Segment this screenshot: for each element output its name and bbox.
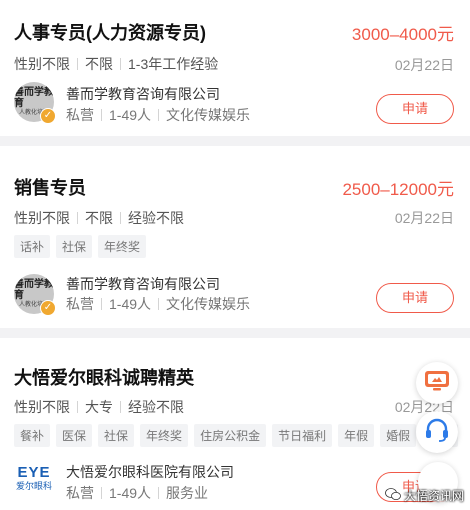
benefit-tags: 餐补 医保 社保 年终奖 住房公积金 节日福利 年假 婚假 其他 [14, 424, 470, 447]
job-title: 销售专员 [14, 178, 86, 198]
support-float-button[interactable] [416, 411, 458, 453]
benefit-tag: 社保 [98, 424, 135, 447]
apply-button[interactable]: 申请 [376, 94, 454, 124]
company-size: 1-49人 [109, 107, 152, 123]
company-meta: 私营 1-49人 文化传媒娱乐 [66, 294, 250, 314]
company-size: 1-49人 [109, 485, 152, 501]
job-salary: 2500–12000元 [342, 180, 454, 199]
company-meta: 私营 1-49人 文化传媒娱乐 [66, 105, 250, 125]
job-requirements: 性别不限 不限 1-3年工作经验 [14, 54, 218, 74]
watermark-text: 大悟资讯网 [403, 489, 464, 503]
benefit-tag: 医保 [56, 424, 93, 447]
benefit-tags: 话补 社保 年终奖 [14, 235, 147, 258]
company-industry: 文化传媒娱乐 [166, 296, 251, 312]
requirement-experience: 经验不限 [128, 210, 184, 226]
company-size: 1-49人 [109, 296, 152, 312]
benefit-tag: 节日福利 [272, 424, 333, 447]
company-name[interactable]: 大悟爱尔眼科医院有限公司 [66, 462, 234, 482]
company-name[interactable]: 善而学教育咨询有限公司 [66, 84, 220, 104]
benefit-tag: 年终奖 [98, 235, 147, 258]
headset-icon [424, 417, 450, 448]
logo-subtext: 爱尔眼科 [15, 481, 52, 491]
company-type: 私营 [66, 296, 94, 312]
company-name[interactable]: 善而学教育咨询有限公司 [66, 274, 220, 294]
tv-icon [424, 370, 450, 397]
benefit-tag: 年终奖 [140, 424, 189, 447]
benefit-tag: 婚假 [380, 424, 417, 447]
job-card[interactable]: 人事专员(人力资源专员) 3000–4000元 性别不限 不限 1-3年工作经验… [0, 0, 470, 136]
wechat-icon [385, 487, 401, 504]
logo-text: 善而学教育 [14, 279, 54, 301]
requirement-experience: 1-3年工作经验 [128, 56, 219, 72]
benefit-tag: 社保 [56, 235, 93, 258]
requirement-gender: 性别不限 [14, 56, 70, 72]
benefit-tag: 年假 [338, 424, 375, 447]
post-date: 02月22日 [394, 57, 454, 73]
benefit-tag: 餐补 [14, 424, 51, 447]
benefit-tag: 住房公积金 [194, 424, 267, 447]
requirement-gender: 性别不限 [14, 399, 70, 415]
logo-text: EYE [17, 464, 51, 481]
verified-icon: ✓ [40, 108, 56, 124]
requirement-education: 不限 [85, 210, 113, 226]
post-date: 02月22日 [394, 210, 454, 226]
company-meta: 私营 1-49人 服务业 [66, 483, 208, 503]
company-logo: EYE 爱尔眼科 [14, 458, 54, 498]
job-title: 大悟爱尔眼科诚聘精英 [14, 368, 194, 388]
job-requirements: 性别不限 大专 经验不限 [14, 397, 184, 417]
company-industry: 服务业 [166, 485, 209, 501]
job-requirements: 性别不限 不限 经验不限 [14, 208, 184, 228]
requirement-gender: 性别不限 [14, 210, 70, 226]
company-type: 私营 [66, 107, 94, 123]
logo-text: 善而学教育 [14, 87, 54, 109]
verified-icon: ✓ [40, 300, 56, 316]
job-salary: 3000–4000元 [351, 25, 454, 44]
company-logo: 善而学教育 人教化培训 ✓ [14, 82, 56, 124]
requirement-education: 不限 [85, 56, 113, 72]
watermark: 大悟资讯网 [385, 487, 464, 504]
apply-button[interactable]: 申请 [376, 283, 454, 313]
job-title: 人事专员(人力资源专员) [14, 23, 206, 43]
job-card[interactable]: 大悟爱尔眼科诚聘精英 性别不限 大专 经验不限 02月22日 餐补 医保 社保 … [0, 338, 470, 510]
company-logo: 善而学教育 人教化培训 ✓ [14, 274, 56, 316]
company-type: 私营 [66, 485, 94, 501]
requirement-experience: 经验不限 [128, 399, 184, 415]
tv-float-button[interactable] [416, 362, 458, 404]
company-industry: 文化传媒娱乐 [166, 107, 251, 123]
benefit-tag: 话补 [14, 235, 51, 258]
job-card[interactable]: 销售专员 2500–12000元 性别不限 不限 经验不限 02月22日 话补 … [0, 146, 470, 328]
requirement-education: 大专 [85, 399, 113, 415]
